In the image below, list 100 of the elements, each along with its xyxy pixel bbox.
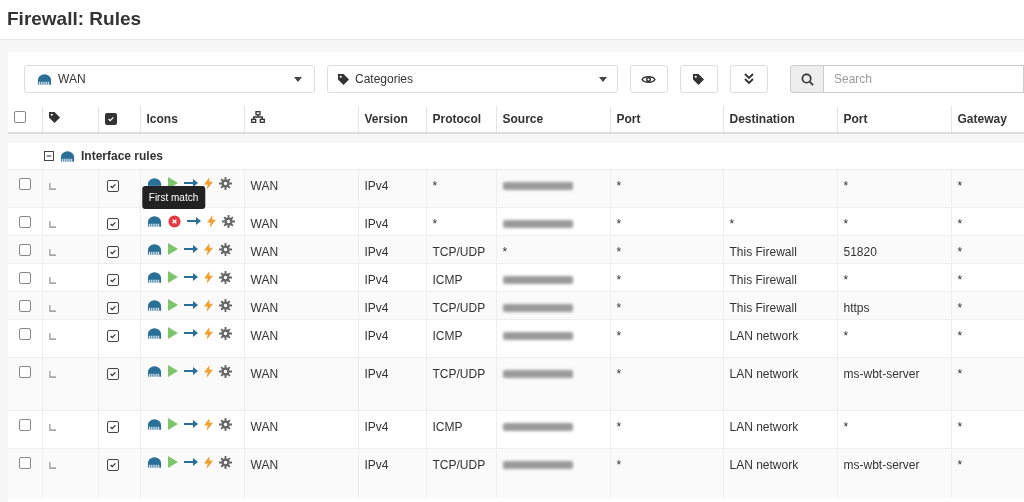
port-cell: * (616, 366, 622, 381)
checkbox[interactable] (18, 243, 31, 256)
column-header: Version (364, 112, 408, 126)
gear-icon[interactable] (218, 270, 232, 284)
category-select[interactable]: Categories (327, 65, 618, 93)
tag-icon (693, 73, 705, 85)
tree-branch-icon (48, 248, 56, 256)
checkbox[interactable] (104, 113, 117, 125)
gateway-cell: * (957, 366, 963, 381)
check-icon (108, 219, 117, 228)
interface-select[interactable]: WAN (24, 65, 315, 93)
check-icon (108, 460, 117, 469)
checkbox[interactable] (106, 458, 119, 471)
checkbox[interactable] (106, 420, 119, 433)
select-value: WAN (58, 71, 87, 88)
gear-icon[interactable] (218, 455, 232, 469)
port-cell: * (843, 328, 849, 343)
gear-icon[interactable] (218, 417, 232, 431)
protocol-cell: * (432, 216, 438, 231)
destination-cell: This Firewall (729, 300, 797, 315)
network-icon (146, 215, 162, 227)
chevrons-down-icon (742, 73, 755, 85)
version-cell: IPv4 (364, 366, 389, 381)
destination-cell: This Firewall (729, 244, 797, 259)
gateway-cell: * (957, 300, 963, 315)
checkbox[interactable] (18, 299, 31, 312)
search-button[interactable] (790, 65, 824, 93)
tag-icon (338, 73, 349, 85)
check-icon (108, 275, 117, 284)
checkbox[interactable] (18, 215, 31, 228)
checkbox[interactable] (18, 456, 31, 469)
visibility-button[interactable] (629, 65, 668, 93)
select-value: Categories (355, 71, 414, 88)
checkbox[interactable] (106, 217, 119, 230)
gateway-cell: * (957, 216, 963, 231)
checkbox[interactable] (18, 418, 31, 431)
port-cell: 51820 (843, 244, 877, 259)
protocol-cell: TCP/UDP (432, 366, 486, 381)
block-icon[interactable] (167, 214, 181, 228)
bolt-icon[interactable] (203, 176, 213, 190)
protocol-cell: * (432, 178, 438, 193)
checkbox[interactable] (106, 301, 119, 314)
port-cell: * (616, 328, 622, 343)
gear-icon[interactable] (218, 298, 232, 312)
search-icon (800, 72, 814, 86)
port-cell: * (616, 244, 622, 259)
tree-branch-icon (48, 423, 56, 431)
tag-icon (48, 112, 60, 123)
checkbox[interactable] (106, 367, 119, 380)
network-icon (37, 73, 52, 85)
checkbox[interactable] (14, 111, 26, 123)
destination-cell: LAN network (729, 457, 799, 472)
collapse-toggle[interactable] (44, 150, 54, 161)
checkbox[interactable] (18, 177, 31, 190)
check-icon (108, 303, 117, 312)
source-cell: * (502, 244, 508, 259)
network-icon (146, 327, 162, 339)
checkbox[interactable] (106, 329, 119, 342)
check-icon (108, 181, 117, 190)
port-cell: * (616, 300, 622, 315)
interface-cell: WAN (250, 216, 279, 231)
gear-icon[interactable] (218, 242, 232, 256)
checkbox[interactable] (18, 365, 31, 378)
interface-cell: WAN (250, 457, 279, 472)
protocol-cell: ICMP (432, 328, 463, 343)
port-cell: * (616, 216, 622, 231)
page-title: Firewall: Rules (7, 7, 142, 32)
interface-cell: WAN (250, 244, 279, 259)
checkbox[interactable] (106, 273, 119, 286)
column-header: Port (843, 112, 868, 126)
tree-branch-icon (48, 370, 56, 378)
version-cell: IPv4 (364, 272, 389, 287)
gear-icon[interactable] (218, 364, 232, 378)
gateway-cell: * (957, 272, 963, 287)
network-icon (146, 418, 162, 430)
expand-all-button[interactable] (729, 65, 768, 93)
search-field[interactable]: Search (824, 65, 1024, 93)
protocol-cell: ICMP (432, 419, 463, 434)
checkbox[interactable] (106, 245, 119, 258)
check-icon (108, 422, 117, 431)
gear-icon[interactable] (221, 214, 235, 228)
checkbox[interactable] (18, 271, 31, 284)
check-icon (108, 369, 117, 378)
gateway-cell: * (957, 244, 963, 259)
check-icon (106, 115, 115, 123)
tree-branch-icon (48, 182, 56, 190)
arrow-right-icon[interactable] (183, 178, 198, 188)
network-icon (60, 149, 75, 162)
tag-button[interactable] (679, 65, 718, 93)
gear-icon[interactable] (218, 176, 232, 190)
tree-branch-icon (48, 220, 56, 228)
checkbox[interactable] (18, 327, 31, 340)
port-cell: * (616, 272, 622, 287)
column-header: Destination (729, 112, 795, 126)
checkbox[interactable] (106, 179, 119, 192)
caret-icon (598, 76, 607, 82)
eye-icon (641, 73, 657, 85)
gear-icon[interactable] (218, 326, 232, 340)
network-icon (146, 243, 162, 255)
port-cell: ms-wbt-server (843, 457, 920, 472)
